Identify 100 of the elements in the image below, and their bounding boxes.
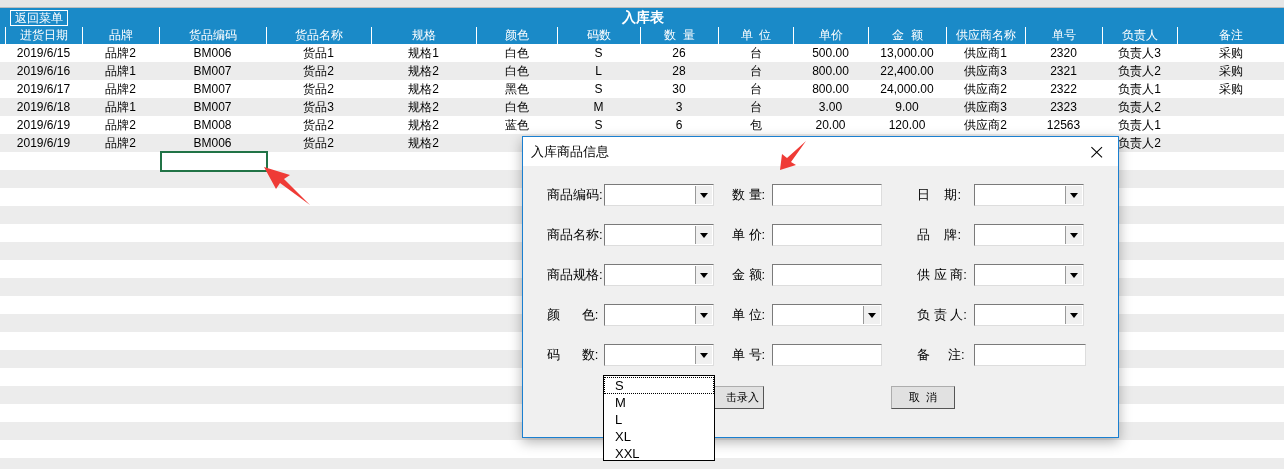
table-cell: 品牌1 bbox=[105, 100, 136, 114]
table-cell: 规格2 bbox=[408, 82, 439, 96]
field-label: 商品编码: bbox=[547, 186, 604, 205]
table-cell: 品牌2 bbox=[105, 118, 136, 132]
table-cell: 台 bbox=[749, 64, 762, 78]
table-cell: 品牌2 bbox=[105, 46, 136, 60]
table-cell: 供应商1 bbox=[964, 46, 1007, 60]
table-cell: 品牌1 bbox=[105, 64, 136, 78]
field-label: 商品名称: bbox=[547, 226, 604, 245]
table-cell: 品牌2 bbox=[105, 82, 136, 96]
field-label: 数 量: bbox=[732, 186, 767, 205]
table-cell: 800.00 bbox=[812, 64, 849, 78]
table-cell: 120.00 bbox=[888, 118, 926, 132]
table-cell: 台 bbox=[749, 100, 762, 114]
table-cell: 2320 bbox=[1050, 46, 1077, 60]
field-label: 品 牌: bbox=[917, 226, 963, 245]
table-cell: 9.00 bbox=[895, 100, 919, 114]
table-cell: 采购 bbox=[1218, 46, 1243, 60]
table-cell: 2019/6/18 bbox=[16, 100, 71, 114]
dropdown-option[interactable]: L bbox=[604, 411, 714, 428]
field-label: 颜 色: bbox=[547, 306, 600, 325]
close-button[interactable]: × bbox=[1083, 140, 1110, 163]
table-cell: 22,400.00 bbox=[880, 64, 934, 78]
table-cell: 2019/6/19 bbox=[16, 118, 71, 132]
table-cell: 货品2 bbox=[303, 64, 334, 78]
table-cell: BM007 bbox=[193, 64, 232, 78]
table-cell: BM008 bbox=[193, 118, 232, 132]
field-label: 日 期: bbox=[917, 186, 963, 205]
table-cell: 规格1 bbox=[408, 46, 439, 60]
table-cell: S bbox=[594, 118, 603, 132]
back-button[interactable]: 返回菜单 bbox=[10, 9, 68, 26]
table-cell: 规格2 bbox=[408, 136, 439, 150]
dropdown-option[interactable]: M bbox=[604, 394, 714, 411]
cancel-button[interactable]: 取 消 bbox=[891, 386, 955, 409]
field-label: 单 号: bbox=[732, 346, 767, 365]
table-cell: S bbox=[594, 82, 603, 96]
table-cell: 采购 bbox=[1218, 82, 1243, 96]
table-cell: 13,000.00 bbox=[880, 46, 934, 60]
table-cell: BM006 bbox=[193, 136, 232, 150]
table-cell: 货品2 bbox=[303, 136, 334, 150]
table-cell: BM007 bbox=[193, 82, 232, 96]
table-cell: 500.00 bbox=[812, 46, 849, 60]
table-cell: 黑色 bbox=[504, 82, 529, 96]
table-cell: 24,000.00 bbox=[880, 82, 934, 96]
dropdown-option[interactable]: S bbox=[604, 377, 714, 394]
dropdown-option[interactable]: XXL bbox=[604, 445, 714, 462]
table-cell: BM006 bbox=[193, 46, 232, 60]
table-cell: L bbox=[595, 64, 602, 78]
table-cell: 26 bbox=[672, 46, 686, 60]
table-cell: 3.00 bbox=[818, 100, 843, 114]
table-cell: 2019/6/16 bbox=[16, 64, 71, 78]
table-cell: 12563 bbox=[1046, 118, 1081, 132]
field-label: 商品规格: bbox=[547, 266, 604, 285]
field-label: 负 责 人: bbox=[917, 306, 968, 325]
table-cell: 货品2 bbox=[303, 118, 334, 132]
field-label: 供 应 商: bbox=[917, 266, 968, 285]
field-label: 码 数: bbox=[547, 346, 600, 365]
table-cell: 20.00 bbox=[815, 118, 846, 132]
table-cell: 负责人2 bbox=[1118, 136, 1161, 150]
dropdown-option[interactable]: XL bbox=[604, 428, 714, 445]
table-cell: 白色 bbox=[504, 64, 529, 78]
table-cell: 货品1 bbox=[303, 46, 334, 60]
table-cell: 规格2 bbox=[408, 64, 439, 78]
table-cell: 2321 bbox=[1050, 64, 1077, 78]
table-cell: S bbox=[594, 46, 603, 60]
table-cell: M bbox=[593, 100, 604, 114]
table-cell: 2019/6/17 bbox=[16, 82, 71, 96]
table-cell: 2019/6/15 bbox=[16, 46, 71, 60]
table-cell: 品牌2 bbox=[105, 136, 136, 150]
table-cell: 货品2 bbox=[303, 82, 334, 96]
table-cell: 2323 bbox=[1050, 100, 1077, 114]
field-label: 备 注: bbox=[917, 346, 966, 365]
table-cell: 蓝色 bbox=[504, 118, 529, 132]
table-cell: 货品3 bbox=[303, 100, 334, 114]
table-cell: 台 bbox=[749, 46, 762, 60]
table-cell: 包 bbox=[749, 118, 762, 132]
field-label: 单 位: bbox=[732, 306, 767, 325]
submit-button[interactable]: 击录入 bbox=[714, 386, 764, 409]
table-cell: 2019/6/19 bbox=[16, 136, 71, 150]
table-title: 入库表 bbox=[622, 8, 664, 27]
table-cell: 规格2 bbox=[408, 100, 439, 114]
table-cell: 供应商2 bbox=[964, 82, 1007, 96]
table-cell: 30 bbox=[672, 82, 686, 96]
table-cell: 供应商3 bbox=[964, 64, 1007, 78]
table-cell: 白色 bbox=[504, 100, 529, 114]
table-cell: 负责人2 bbox=[1118, 100, 1161, 114]
table-cell: 负责人3 bbox=[1118, 46, 1161, 60]
table-cell: 3 bbox=[675, 100, 683, 114]
table-cell: 28 bbox=[672, 64, 686, 78]
field-label: 金 额: bbox=[732, 266, 767, 285]
table-cell: 台 bbox=[749, 82, 762, 96]
dialog-title: 入库商品信息 bbox=[531, 142, 609, 161]
table-cell: 白色 bbox=[504, 46, 529, 60]
table-cell: 负责人2 bbox=[1118, 64, 1161, 78]
table-cell: 6 bbox=[675, 118, 683, 132]
table-cell: 采购 bbox=[1218, 64, 1243, 78]
table-cell: 供应商3 bbox=[964, 100, 1007, 114]
table-cell: 供应商2 bbox=[964, 118, 1007, 132]
table-cell: 800.00 bbox=[812, 82, 849, 96]
table-cell: 负责人1 bbox=[1118, 82, 1161, 96]
